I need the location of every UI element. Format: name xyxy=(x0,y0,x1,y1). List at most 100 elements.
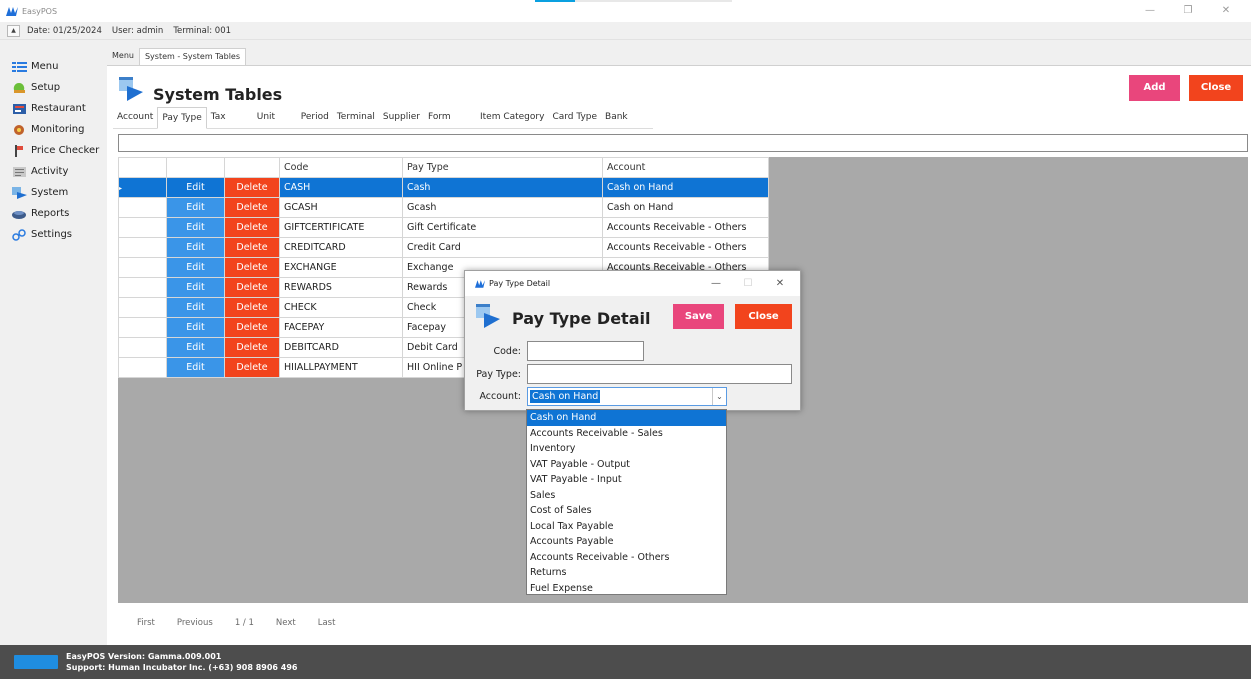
table-row[interactable]: ▸ Edit Delete CASH Cash Cash on Hand xyxy=(118,177,769,198)
pay-type-field[interactable] xyxy=(527,364,792,384)
previous-page-button[interactable]: Previous xyxy=(177,618,213,628)
tab-item-category[interactable]: Item Category xyxy=(476,107,548,129)
edit-button[interactable]: Edit xyxy=(166,257,225,278)
edit-button[interactable]: Edit xyxy=(166,277,225,298)
last-page-button[interactable]: Last xyxy=(318,618,336,628)
account-option[interactable]: Local Tax Payable xyxy=(527,519,726,535)
account-option[interactable]: Cost of Sales xyxy=(527,503,726,519)
tab-system-tables[interactable]: System - System Tables xyxy=(138,48,247,65)
table-row[interactable]: Edit Delete GIFTCERTIFICATE Gift Certifi… xyxy=(118,217,769,238)
tab-unit[interactable]: Unit xyxy=(245,107,291,129)
sidebar-item-menu[interactable]: Menu xyxy=(0,56,112,77)
delete-button[interactable]: Delete xyxy=(224,197,280,218)
edit-button[interactable]: Edit xyxy=(166,177,225,198)
account-option[interactable]: Accounts Receivable - Sales xyxy=(527,426,726,442)
tab-account[interactable]: Account xyxy=(113,107,157,129)
sidebar: Menu Setup Restaurant Monitoring Price C… xyxy=(0,40,112,645)
account-option[interactable]: VAT Payable - Input xyxy=(527,472,726,488)
account-option[interactable]: Accounts Payable xyxy=(527,534,726,550)
code-cell: GIFTCERTIFICATE xyxy=(279,217,403,238)
tab-menu[interactable]: Menu xyxy=(107,48,139,65)
delete-button[interactable]: Delete xyxy=(224,217,280,238)
account-option[interactable]: Cash on Hand xyxy=(527,410,726,426)
sidebar-item-system[interactable]: System xyxy=(0,182,112,203)
edit-button[interactable]: Edit xyxy=(166,317,225,338)
tab-card-type[interactable]: Card Type xyxy=(548,107,601,129)
table-row[interactable]: Edit Delete CREDITCARD Credit Card Accou… xyxy=(118,237,769,258)
row-selector[interactable] xyxy=(118,277,167,298)
edit-button[interactable]: Edit xyxy=(166,217,225,238)
tab-period[interactable]: Period xyxy=(291,107,333,129)
close-window-button[interactable]: ✕ xyxy=(1207,0,1245,22)
sidebar-item-settings[interactable]: Settings xyxy=(0,224,112,245)
search-input[interactable] xyxy=(118,134,1248,152)
code-cell: CHECK xyxy=(279,297,403,318)
terminal-label: Terminal: 001 xyxy=(173,25,232,36)
delete-button[interactable]: Delete xyxy=(224,257,280,278)
taskbar-focus-indicator xyxy=(535,0,732,2)
row-selector[interactable] xyxy=(118,197,167,218)
delete-button[interactable]: Delete xyxy=(224,337,280,358)
add-button[interactable]: Add xyxy=(1129,75,1180,101)
account-option[interactable]: Sales xyxy=(527,488,726,504)
row-selector[interactable] xyxy=(118,337,167,358)
row-selector[interactable] xyxy=(118,237,167,258)
table-row[interactable]: Edit Delete GCASH Gcash Cash on Hand xyxy=(118,197,769,218)
tab-form[interactable]: Form xyxy=(424,107,476,129)
next-page-button[interactable]: Next xyxy=(276,618,296,628)
delete-button[interactable]: Delete xyxy=(224,177,280,198)
row-selector[interactable]: ▸ xyxy=(118,177,167,198)
delete-button[interactable]: Delete xyxy=(224,317,280,338)
sidebar-item-reports[interactable]: Reports xyxy=(0,203,112,224)
chevron-down-icon[interactable]: ⌄ xyxy=(712,388,726,405)
sidebar-item-setup[interactable]: Setup xyxy=(0,77,112,98)
tab-tax[interactable]: Tax xyxy=(207,107,245,129)
row-selector[interactable] xyxy=(118,297,167,318)
sidebar-item-activity[interactable]: Activity xyxy=(0,161,112,182)
tab-bank[interactable]: Bank xyxy=(601,107,653,129)
edit-button[interactable]: Edit xyxy=(166,297,225,318)
row-selector[interactable] xyxy=(118,317,167,338)
app-title: EasyPOS xyxy=(22,6,58,16)
delete-button[interactable]: Delete xyxy=(224,277,280,298)
dialog-close-window-button[interactable]: ✕ xyxy=(764,271,796,296)
account-option[interactable]: Fuel Expense xyxy=(527,581,726,597)
column-header-code[interactable]: Code xyxy=(279,157,403,178)
column-header-account[interactable]: Account xyxy=(602,157,769,178)
edit-button[interactable]: Edit xyxy=(166,237,225,258)
restore-button[interactable]: ❐ xyxy=(1169,0,1207,22)
close-button[interactable]: Close xyxy=(1189,75,1243,101)
sidebar-item-price-checker[interactable]: Price Checker xyxy=(0,140,112,161)
account-select[interactable]: Cash on Hand ⌄ xyxy=(527,387,727,406)
save-button[interactable]: Save xyxy=(673,304,724,329)
tab-terminal[interactable]: Terminal xyxy=(333,107,379,129)
delete-button[interactable]: Delete xyxy=(224,357,280,378)
account-option[interactable]: Returns xyxy=(527,565,726,581)
minimize-button[interactable]: — xyxy=(1131,0,1169,22)
tab-supplier[interactable]: Supplier xyxy=(379,107,424,129)
delete-button[interactable]: Delete xyxy=(224,297,280,318)
row-selector[interactable] xyxy=(118,257,167,278)
dialog-minimize-button[interactable]: — xyxy=(700,271,732,296)
row-selector[interactable] xyxy=(118,357,167,378)
edit-button[interactable]: Edit xyxy=(166,357,225,378)
code-field[interactable] xyxy=(527,341,644,361)
account-option[interactable]: Inventory xyxy=(527,441,726,457)
restaurant-icon xyxy=(13,103,26,114)
row-selector[interactable] xyxy=(118,217,167,238)
first-page-button[interactable]: First xyxy=(137,618,155,628)
collapse-toggle-button[interactable]: ▲ xyxy=(7,24,20,37)
delete-button[interactable]: Delete xyxy=(224,237,280,258)
tab-pay-type[interactable]: Pay Type xyxy=(157,107,207,129)
account-option[interactable]: VAT Payable - Output xyxy=(527,457,726,473)
sidebar-item-monitoring[interactable]: Monitoring xyxy=(0,119,112,140)
account-option[interactable]: Accounts Receivable - Others xyxy=(527,550,726,566)
sidebar-item-restaurant[interactable]: Restaurant xyxy=(0,98,112,119)
sidebar-item-label: Settings xyxy=(31,229,73,240)
date-label: Date: 01/25/2024 xyxy=(27,25,102,36)
code-cell: FACEPAY xyxy=(279,317,403,338)
column-header-pay-type[interactable]: Pay Type xyxy=(402,157,603,178)
dialog-close-button[interactable]: Close xyxy=(735,304,792,329)
edit-button[interactable]: Edit xyxy=(166,197,225,218)
edit-button[interactable]: Edit xyxy=(166,337,225,358)
